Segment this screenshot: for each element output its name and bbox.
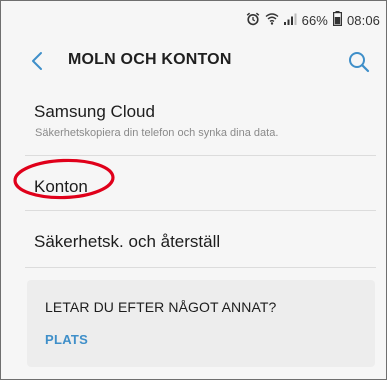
list-item-backup-reset[interactable]: Säkerhetsk. och återställ [1,211,386,267]
plats-link[interactable]: PLATS [45,332,88,347]
back-button[interactable] [24,46,52,76]
list-item-subtitle: Säkerhetskopiera din telefon och synka d… [35,127,279,139]
search-icon [344,52,374,81]
suggestion-card: LETAR DU EFTER NÅGOT ANNAT? PLATS [27,280,375,367]
phone-screen: 66% 08:06 MOLN OCH KONTON Samsung Cloud … [0,0,387,380]
app-bar: MOLN OCH KONTON [1,37,386,85]
divider [25,267,376,268]
status-icons: 66% 08:06 [241,11,380,29]
wifi-icon [265,12,279,28]
list-item-title: Konton [34,177,88,196]
battery-percent: 66% [301,12,328,28]
page-title: MOLN OCH KONTON [68,51,232,68]
clock: 08:06 [346,12,380,28]
list-item-title: Samsung Cloud [34,102,155,121]
list-item-samsung-cloud[interactable]: Samsung Cloud Säkerhetskopiera din telef… [1,85,386,155]
list-item-konton[interactable]: Konton [1,156,386,209]
signal-icon [283,13,297,28]
chevron-left-icon [24,52,52,80]
card-title: LETAR DU EFTER NÅGOT ANNAT? [45,299,277,315]
list-item-title: Säkerhetsk. och återställ [34,232,221,251]
search-button[interactable] [344,47,374,77]
alarm-icon [246,12,260,29]
battery-icon [332,11,342,29]
status-bar: 66% 08:06 [1,1,386,37]
